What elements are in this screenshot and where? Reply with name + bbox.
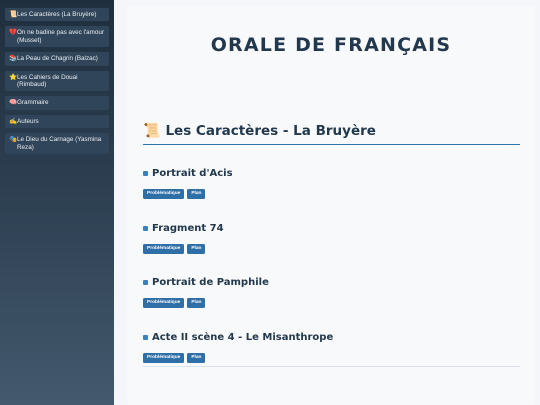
sidebar-item-label: Auteurs	[17, 117, 39, 125]
button-row: Problématique Plan	[143, 244, 520, 254]
entry-misanthrope: Acte II scène 4 - Le Misanthrope Problém…	[143, 332, 520, 363]
button-row: Problématique Plan	[143, 298, 520, 308]
writing-hand-icon: ✍	[9, 117, 18, 125]
problematique-button[interactable]: Problématique	[143, 298, 185, 308]
sidebar: 📜 Les Caractères (La Bruyère) 💔 On ne ba…	[0, 0, 114, 405]
entry-portrait-acis: Portrait d'Acis Problématique Plan	[143, 168, 520, 199]
plan-button[interactable]: Plan	[187, 298, 206, 308]
problematique-button[interactable]: Problématique	[143, 244, 185, 254]
bullet-icon	[143, 226, 148, 231]
bullet-icon	[143, 280, 148, 285]
entry-title-text: Acte II scène 4 - Le Misanthrope	[152, 332, 334, 343]
entry-portrait-pamphile: Portrait de Pamphile Problématique Plan	[143, 277, 520, 308]
sidebar-item-rimbaud[interactable]: ⭐ Les Cahiers de Douai (Rimbaud)	[5, 70, 109, 92]
sidebar-item-label: Les Cahiers de Douai (Rimbaud)	[17, 73, 78, 89]
scroll-icon: 📜	[143, 123, 161, 139]
button-row: Problématique Plan	[143, 353, 520, 363]
sidebar-item-label: Grammaire	[17, 99, 49, 107]
scroll-icon: 📜	[9, 11, 18, 18]
sidebar-item-label: Les Caractères (La Bruyère)	[17, 11, 97, 18]
sidebar-item-reza[interactable]: 🎭 Le Dieu du Carnage (Yasmina Reza)	[5, 133, 109, 155]
plan-button[interactable]: Plan	[187, 189, 206, 199]
entry-fragment-74: Fragment 74 Problématique Plan	[143, 223, 520, 254]
page-title: ORALE DE FRANÇAIS	[210, 34, 452, 56]
button-row: Problématique Plan	[143, 189, 520, 199]
main-content: ORALE DE FRANÇAIS 📜 Les Caractères - La …	[127, 6, 535, 405]
divider	[143, 366, 520, 367]
plan-button[interactable]: Plan	[187, 353, 206, 363]
entry-title: Acte II scène 4 - Le Misanthrope	[143, 332, 520, 343]
broken-heart-icon: 💔	[9, 29, 18, 37]
section-header: 📜 Les Caractères - La Bruyère	[143, 123, 520, 145]
sidebar-item-la-bruyere[interactable]: 📜 Les Caractères (La Bruyère)	[5, 8, 109, 22]
star-icon: ⭐	[9, 73, 18, 81]
section-title: Les Caractères - La Bruyère	[165, 123, 376, 139]
entry-title: Fragment 74	[143, 223, 520, 234]
sidebar-item-label: On ne badine pas avec l'amour (Musset)	[17, 29, 104, 44]
brain-icon: 🧠	[9, 99, 18, 107]
problematique-button[interactable]: Problématique	[143, 189, 185, 199]
sidebar-item-grammaire[interactable]: 🧠 Grammaire	[5, 96, 109, 110]
entry-title-text: Fragment 74	[152, 223, 224, 234]
entry-title-text: Portrait de Pamphile	[152, 277, 269, 288]
entry-title-text: Portrait d'Acis	[152, 168, 233, 179]
bullet-icon	[143, 171, 148, 176]
entry-title: Portrait de Pamphile	[143, 277, 520, 288]
books-icon: 📚	[9, 55, 18, 63]
problematique-button[interactable]: Problématique	[143, 353, 185, 363]
theater-masks-icon: 🎭	[9, 136, 18, 144]
plan-button[interactable]: Plan	[187, 244, 206, 254]
sidebar-item-label: Le Dieu du Carnage (Yasmina Reza)	[17, 136, 102, 151]
entry-title: Portrait d'Acis	[143, 168, 520, 179]
bullet-icon	[143, 335, 148, 340]
sidebar-item-balzac[interactable]: 📚 La Peau de Chagrin (Balzac)	[5, 52, 109, 66]
sidebar-item-musset[interactable]: 💔 On ne badine pas avec l'amour (Musset)	[5, 26, 109, 48]
sidebar-item-auteurs[interactable]: ✍ Auteurs	[5, 114, 109, 129]
sidebar-item-label: La Peau de Chagrin (Balzac)	[17, 55, 98, 63]
